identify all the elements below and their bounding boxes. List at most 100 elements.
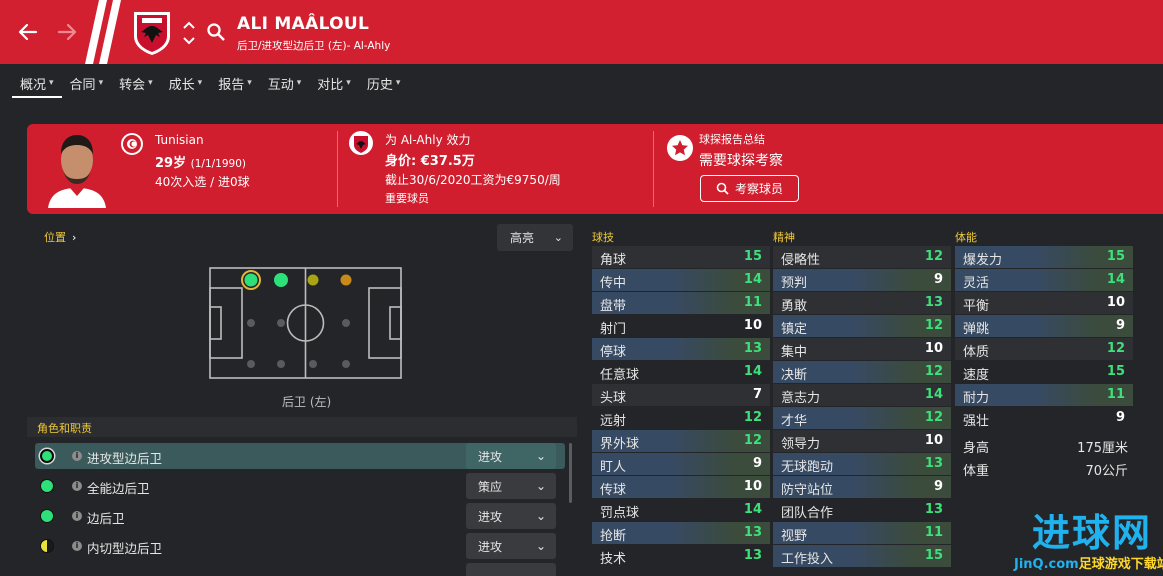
tab-transfer[interactable]: 转会 ▾ xyxy=(111,66,161,100)
attribute-row[interactable]: 领导力 10 xyxy=(773,430,951,452)
attribute-row[interactable]: 头球 7 xyxy=(592,384,770,406)
highlight-dropdown[interactable]: 高亮 ⌄ xyxy=(497,224,573,251)
tab-contract[interactable]: 合同 ▾ xyxy=(62,66,112,100)
attribute-row[interactable]: 勇敢 13 xyxy=(773,292,951,314)
position-spot[interactable] xyxy=(247,360,255,368)
attribute-value: 14 xyxy=(743,502,762,517)
attribute-row[interactable]: 任意球 14 xyxy=(592,361,770,383)
attribute-row[interactable]: 视野 11 xyxy=(773,522,951,544)
info-icon[interactable]: i xyxy=(72,541,82,551)
info-icon[interactable]: i xyxy=(72,451,82,461)
role-row[interactable]: i 进攻型边后卫 进攻 ⌄ xyxy=(35,443,565,469)
attribute-row[interactable]: 盯人 9 xyxy=(592,453,770,475)
attribute-row[interactable]: 强壮 9 xyxy=(955,407,1133,429)
attribute-row[interactable]: 无球跑动 13 xyxy=(773,453,951,475)
attribute-row[interactable]: 灵活 14 xyxy=(955,269,1133,291)
attribute-row[interactable]: 界外球 12 xyxy=(592,430,770,452)
attribute-row[interactable]: 防守站位 9 xyxy=(773,476,951,498)
attribute-name: 决断 xyxy=(781,368,808,383)
attribute-row[interactable]: 传球 10 xyxy=(592,476,770,498)
attribute-row[interactable]: 技术 13 xyxy=(592,545,770,567)
attribute-row[interactable]: 工作投入 15 xyxy=(773,545,951,567)
position-spot[interactable] xyxy=(342,360,350,368)
attribute-value: 13 xyxy=(743,548,762,563)
position-spot[interactable] xyxy=(342,319,350,327)
attribute-value: 15 xyxy=(924,548,943,563)
duty-dropdown[interactable] xyxy=(466,563,556,576)
attribute-row[interactable]: 罚点球 14 xyxy=(592,499,770,521)
attribute-row[interactable]: 远射 12 xyxy=(592,407,770,429)
attribute-row[interactable]: 速度 15 xyxy=(955,361,1133,383)
attribute-row[interactable]: 盘带 11 xyxy=(592,292,770,314)
tab-reports[interactable]: 报告 ▾ xyxy=(210,66,260,100)
forward-arrow-icon[interactable] xyxy=(55,20,79,44)
duty-dropdown[interactable]: 进攻 ⌄ xyxy=(466,443,556,469)
info-icon[interactable]: i xyxy=(72,481,82,491)
tab-history[interactable]: 历史 ▾ xyxy=(359,66,409,100)
attribute-value: 15 xyxy=(743,249,762,264)
duty-dropdown[interactable]: 进攻 ⌄ xyxy=(466,503,556,529)
attribute-name: 角球 xyxy=(600,253,627,268)
attribute-row[interactable]: 团队合作 13 xyxy=(773,499,951,521)
duty-value: 进攻 xyxy=(478,509,503,524)
tab-label: 转会 xyxy=(119,77,146,93)
position-spot[interactable] xyxy=(277,360,285,368)
attribute-row[interactable]: 爆发力 15 xyxy=(955,246,1133,268)
attribute-row[interactable]: 预判 9 xyxy=(773,269,951,291)
attribute-row[interactable]: 体质 12 xyxy=(955,338,1133,360)
club-crest-icon[interactable] xyxy=(131,10,173,56)
position-marker-wbl[interactable] xyxy=(274,273,288,287)
profile-tabs: 概况 ▾ 合同 ▾ 转会 ▾ 成长 ▾ 报告 ▾ 互动 ▾ 对比 ▾ 历史 ▾ xyxy=(12,66,408,100)
duty-dropdown[interactable]: 进攻 ⌄ xyxy=(466,533,556,559)
physical-title: 体能 xyxy=(955,231,977,244)
role-row-partial[interactable] xyxy=(35,563,565,576)
position-spot[interactable] xyxy=(309,360,317,368)
player-switch-arrows-icon[interactable] xyxy=(182,18,196,48)
position-section-link[interactable]: 位置 › xyxy=(44,229,76,245)
attribute-row[interactable]: 传中 14 xyxy=(592,269,770,291)
attribute-row[interactable]: 角球 15 xyxy=(592,246,770,268)
attribute-row[interactable]: 抢断 13 xyxy=(592,522,770,544)
duty-dropdown[interactable]: 策应 ⌄ xyxy=(466,473,556,499)
tab-development[interactable]: 成长 ▾ xyxy=(161,66,211,100)
attribute-name: 射门 xyxy=(600,322,627,337)
attribute-value: 14 xyxy=(743,364,762,379)
attribute-row[interactable]: 耐力 11 xyxy=(955,384,1133,406)
attribute-row[interactable]: 侵略性 12 xyxy=(773,246,951,268)
attribute-row[interactable]: 平衡 10 xyxy=(955,292,1133,314)
attribute-row[interactable]: 意志力 14 xyxy=(773,384,951,406)
search-icon[interactable] xyxy=(206,22,226,42)
attribute-row[interactable]: 集中 10 xyxy=(773,338,951,360)
roles-scrollbar[interactable] xyxy=(569,443,572,503)
role-row[interactable]: i 全能边后卫 策应 ⌄ xyxy=(35,473,565,499)
attribute-row[interactable]: 镇定 12 xyxy=(773,315,951,337)
attribute-value: 15 xyxy=(1106,249,1125,264)
position-spot[interactable] xyxy=(247,319,255,327)
mental-title: 精神 xyxy=(773,231,795,244)
info-icon[interactable]: i xyxy=(72,511,82,521)
attribute-row[interactable]: 停球 13 xyxy=(592,338,770,360)
tab-label: 成长 xyxy=(168,77,195,93)
role-row[interactable]: i 边后卫 进攻 ⌄ xyxy=(35,503,565,529)
role-row[interactable]: i 内切型边后卫 进攻 ⌄ xyxy=(35,533,565,559)
plays-for-club[interactable]: 为 Al-Ahly 效力 xyxy=(385,131,471,148)
nationality[interactable]: Tunisian xyxy=(155,133,204,147)
attribute-name: 盯人 xyxy=(600,460,627,475)
tab-label: 概况 xyxy=(20,77,47,93)
attribute-row[interactable]: 决断 12 xyxy=(773,361,951,383)
chevron-down-icon: ▾ xyxy=(247,78,252,88)
tab-compare[interactable]: 对比 ▾ xyxy=(309,66,359,100)
scout-player-button[interactable]: 考察球员 xyxy=(700,175,799,202)
tab-overview[interactable]: 概况 ▾ xyxy=(12,66,62,100)
position-spot[interactable] xyxy=(277,319,285,327)
attribute-name: 平衡 xyxy=(963,299,990,314)
position-marker-aml[interactable] xyxy=(307,274,319,286)
attribute-row[interactable]: 弹跳 9 xyxy=(955,315,1133,337)
attribute-value: 14 xyxy=(743,272,762,287)
tab-interaction[interactable]: 互动 ▾ xyxy=(260,66,310,100)
back-arrow-icon[interactable] xyxy=(16,20,40,44)
position-marker-stc[interactable] xyxy=(340,274,352,286)
attribute-row[interactable]: 才华 12 xyxy=(773,407,951,429)
player-position-club[interactable]: 后卫/进攻型边后卫 (左)- Al-Ahly xyxy=(237,38,390,53)
attribute-row[interactable]: 射门 10 xyxy=(592,315,770,337)
